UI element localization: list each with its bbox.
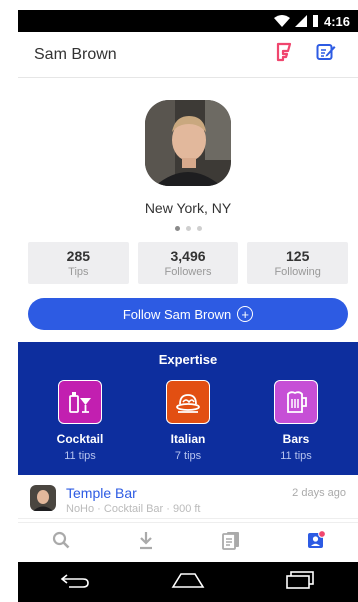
stat-value: 125 — [286, 248, 310, 264]
stat-label: Tips — [68, 266, 89, 278]
foursquare-logo-button[interactable] — [266, 37, 302, 73]
status-time: 4:16 — [323, 13, 350, 29]
home-button[interactable] — [163, 567, 213, 597]
expertise-name: Cocktail — [56, 432, 104, 446]
nav-lists[interactable] — [211, 525, 251, 561]
bottom-nav — [18, 522, 358, 562]
avatar — [30, 485, 56, 511]
status-bar: 4:16 — [18, 10, 358, 32]
foursquare-logo-icon — [276, 42, 292, 67]
stat-value: 3,496 — [170, 248, 206, 264]
expertise-item-bars[interactable]: Bars 11 tips — [251, 380, 341, 462]
list-item[interactable]: Temple Bar NoHo · Cocktail Bar · 900 ft … — [18, 475, 358, 519]
page-indicator — [18, 226, 358, 231]
app-bar: Sam Brown — [18, 32, 358, 78]
follow-button[interactable]: Follow Sam Brown + — [28, 298, 348, 330]
stat-value: 285 — [66, 248, 91, 264]
profile-location: New York, NY — [144, 200, 232, 216]
stat-following[interactable]: 125 Following — [247, 242, 349, 284]
home-icon — [171, 571, 205, 594]
system-nav-bar — [18, 562, 358, 602]
screen: Sam Brown New York, NY 285 Tips 3,496 Fo… — [18, 32, 358, 562]
list-item-text: Temple Bar NoHo · Cocktail Bar · 900 ft — [66, 485, 292, 515]
nav-search[interactable] — [41, 525, 81, 561]
avatar[interactable] — [145, 100, 231, 186]
recents-button[interactable] — [276, 567, 326, 597]
follow-button-label: Follow Sam Brown — [122, 306, 232, 322]
stats-row: 285 Tips 3,496 Followers 125 Following — [28, 242, 349, 284]
expertise-name: Italian — [170, 432, 206, 446]
beer-mug-icon — [274, 380, 318, 424]
cocktail-icon — [58, 380, 102, 424]
expertise-heading: Expertise — [158, 352, 218, 367]
stat-followers[interactable]: 3,496 Followers — [137, 242, 239, 284]
back-icon — [59, 571, 91, 594]
back-button[interactable] — [50, 567, 100, 597]
venue-name-link[interactable]: Temple Bar — [66, 485, 292, 501]
edit-icon — [316, 43, 336, 66]
expertise-count: 7 tips — [174, 450, 202, 462]
expertise-count: 11 tips — [280, 450, 312, 462]
stat-label: Followers — [164, 266, 212, 278]
expertise-name: Bars — [282, 432, 310, 446]
download-icon — [138, 530, 154, 555]
nav-download[interactable] — [126, 525, 166, 561]
stat-tips[interactable]: 285 Tips — [28, 242, 129, 284]
battery-icon — [312, 15, 319, 27]
nav-profile[interactable] — [296, 525, 336, 561]
page-dot-active — [174, 226, 180, 231]
expertise-count: 11 tips — [64, 450, 96, 462]
timestamp: 2 days ago — [292, 487, 346, 499]
edit-button[interactable] — [308, 37, 344, 73]
search-icon — [52, 531, 70, 554]
expertise-item-italian[interactable]: Italian 7 tips — [143, 380, 233, 462]
expertise-section: Expertise Cocktail 11 tips Italian 7 tip… — [18, 342, 358, 475]
stat-label: Following — [274, 266, 321, 278]
page-dot — [196, 226, 202, 231]
profile-icon — [306, 530, 326, 555]
expertise-list: Cocktail 11 tips Italian 7 tips Bars 11 … — [18, 380, 358, 462]
page-dot — [185, 226, 191, 231]
signal-icon — [294, 15, 307, 27]
pasta-icon — [166, 380, 210, 424]
recents-icon — [285, 570, 317, 595]
expertise-item-cocktail[interactable]: Cocktail 11 tips — [35, 380, 125, 462]
lists-icon — [221, 530, 240, 555]
venue-details: NoHo · Cocktail Bar · 900 ft — [66, 503, 201, 515]
wifi-icon — [273, 15, 290, 27]
plus-circle-icon: + — [237, 306, 254, 322]
page-title: Sam Brown — [34, 45, 117, 63]
profile-section: New York, NY — [18, 78, 358, 231]
